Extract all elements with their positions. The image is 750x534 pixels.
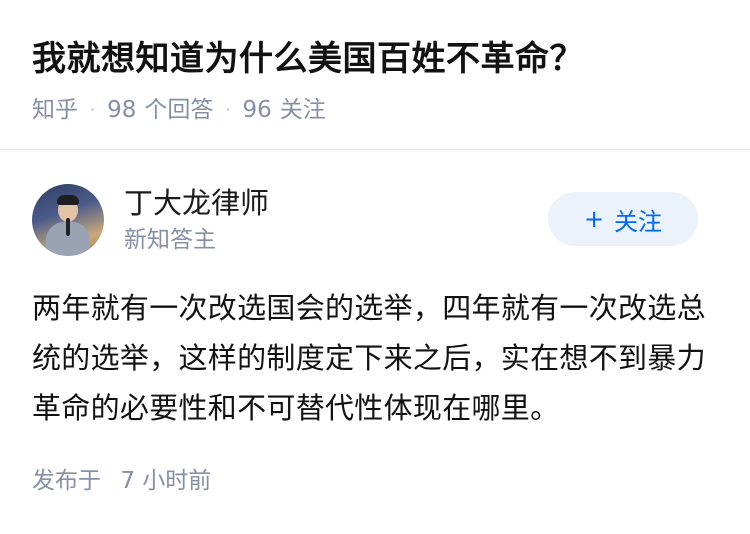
avatar-hair [57, 195, 79, 205]
source-label[interactable]: 知乎 [32, 94, 78, 126]
question-meta: 知乎 · 98 个回答 · 96 关注 [32, 94, 718, 126]
answer-count: 98 [107, 97, 137, 123]
microphone-icon [66, 218, 70, 236]
author-badge: 新知答主 [124, 227, 216, 253]
author-name[interactable]: 丁大龙律师 [124, 184, 269, 222]
question-title[interactable]: 我就想知道为什么美国百姓不革命？ [32, 36, 718, 82]
meta-separator: · [225, 100, 231, 119]
follow-button[interactable]: + 关注 [548, 192, 698, 246]
page: 我就想知道为什么美国百姓不革命？ 知乎 · 98 个回答 · 96 关注 丁大龙… [0, 0, 750, 534]
published-time: 7 小时前 [120, 468, 212, 494]
follower-count-label: 关注 [279, 97, 326, 123]
follower-count: 96 [242, 97, 272, 123]
author-row: 丁大龙律师 新知答主 + 关注 [32, 182, 718, 258]
answer-count-label: 个回答 [144, 97, 214, 123]
meta-separator: · [90, 100, 96, 119]
answer-card: 丁大龙律师 新知答主 + 关注 两年就有一次改选国会的选举，四年就有一次改选总统… [0, 150, 750, 497]
answer-footer: 发布于 7 小时前 [32, 465, 718, 497]
published-label: 发布于 [32, 468, 101, 494]
follow-button-label: 关注 [614, 207, 663, 236]
avatar[interactable] [32, 184, 104, 256]
plus-icon: + [583, 205, 605, 233]
question-header: 我就想知道为什么美国百姓不革命？ 知乎 · 98 个回答 · 96 关注 [0, 0, 750, 150]
author-info: 丁大龙律师 新知答主 [124, 184, 269, 256]
answer-content[interactable]: 两年就有一次改选国会的选举，四年就有一次改选总统的选举，这样的制度定下来之后，实… [32, 283, 712, 433]
